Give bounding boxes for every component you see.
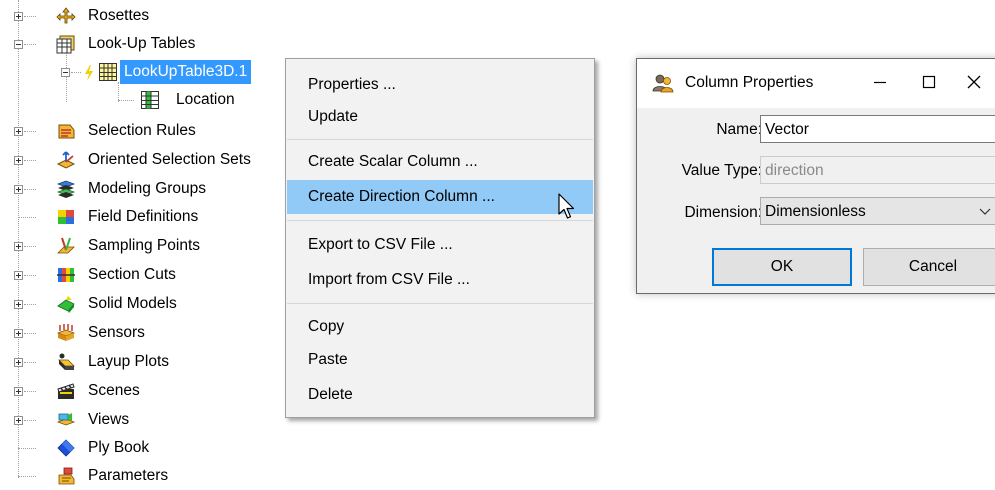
tree-item-label: LookUpTable3D.1: [120, 60, 252, 84]
menu-separator: [287, 303, 593, 304]
menu-item-properties[interactable]: Properties ...: [287, 68, 593, 102]
tree-item-label: Selection Rules: [88, 122, 196, 139]
value-type-label: Value Type:: [681, 162, 762, 179]
lightning-icon: [85, 65, 93, 81]
views-icon: [56, 413, 76, 426]
tree-item-label: Ply Book: [88, 439, 150, 456]
tree-line: [66, 52, 67, 102]
tree-item-label: Section Cuts: [88, 266, 176, 283]
expand-icon[interactable]: [14, 12, 23, 21]
cancel-button[interactable]: Cancel: [863, 248, 995, 286]
minimize-icon[interactable]: [869, 71, 891, 93]
menu-item-delete[interactable]: Delete: [287, 378, 593, 412]
expand-icon[interactable]: [14, 387, 23, 396]
tree-item-label: Location: [176, 91, 235, 108]
table-icon: [99, 63, 117, 81]
column-properties-dialog: Column Properties Name: Vector Value Typ…: [636, 58, 995, 294]
dialog-title: Column Properties: [685, 74, 814, 91]
tree-item-label: Modeling Groups: [88, 180, 207, 197]
ply-book-icon: [57, 439, 75, 457]
expand-icon[interactable]: [14, 271, 23, 280]
tree-item-label: Layup Plots: [88, 353, 169, 370]
scenes-icon: [57, 383, 75, 399]
table-column-icon: [141, 91, 159, 109]
menu-item-paste[interactable]: Paste: [287, 343, 593, 377]
menu-separator: [287, 139, 593, 140]
tree-line: [18, 0, 19, 478]
expand-icon[interactable]: [14, 358, 23, 367]
tree-item-label: Scenes: [88, 382, 140, 399]
tree-item-label: Sensors: [88, 324, 145, 341]
layup-plots-icon: [58, 353, 75, 370]
sampling-points-icon: [57, 237, 75, 254]
chevron-down-icon: [979, 208, 991, 215]
menu-item-export-to-csv[interactable]: Export to CSV File ...: [287, 228, 593, 262]
collapse-icon[interactable]: [61, 68, 70, 77]
expand-icon[interactable]: [14, 127, 23, 136]
expand-icon[interactable]: [14, 329, 23, 338]
expand-icon[interactable]: [14, 156, 23, 165]
collapse-icon[interactable]: [14, 40, 23, 49]
expand-icon[interactable]: [14, 185, 23, 194]
ok-button[interactable]: OK: [712, 248, 852, 286]
solid-models-icon: [57, 296, 75, 313]
expand-icon[interactable]: [14, 416, 23, 425]
modeling-groups-icon: [56, 180, 76, 198]
name-label: Name:: [716, 121, 762, 138]
value-type-field: direction: [760, 156, 995, 184]
tree-item-label: Views: [88, 411, 130, 428]
oriented-selection-sets-icon: [56, 151, 76, 169]
tree-item-label: Solid Models: [88, 295, 177, 312]
context-menu: Properties ... Update Create Scalar Colu…: [285, 58, 595, 418]
sensors-icon: [56, 324, 76, 341]
tree-item-label: Oriented Selection Sets: [88, 151, 251, 168]
tree-line: [118, 82, 119, 102]
tree-item-label: Field Definitions: [88, 208, 199, 225]
maximize-icon[interactable]: [918, 71, 940, 93]
name-field[interactable]: Vector: [760, 115, 995, 143]
tree-item-label: Look-Up Tables: [88, 35, 196, 52]
dialog-body: Name: Vector Value Type: direction Dimen…: [637, 108, 995, 293]
tree-item-label: Parameters: [88, 467, 169, 484]
selection-rules-icon: [58, 124, 75, 139]
mouse-cursor-icon: [558, 193, 575, 219]
parameters-icon: [58, 467, 75, 485]
model-tree: Rosettes Look-Up Tables LookUpTable3D.1: [0, 0, 300, 488]
dimension-label: Dimension:: [684, 204, 762, 221]
tree-item-label: Sampling Points: [88, 237, 201, 254]
menu-item-import-from-csv[interactable]: Import from CSV File ...: [287, 263, 593, 297]
tree-item-label: Rosettes: [88, 7, 150, 24]
section-cuts-icon: [57, 268, 75, 282]
menu-item-copy[interactable]: Copy: [287, 310, 593, 344]
menu-item-create-direction-column[interactable]: Create Direction Column ...: [287, 180, 593, 214]
field-definitions-icon: [58, 210, 74, 224]
close-icon[interactable]: [963, 71, 985, 93]
dimension-select[interactable]: Dimensionless: [760, 197, 995, 225]
expand-icon[interactable]: [14, 300, 23, 309]
lookup-tables-icon: [56, 35, 75, 54]
rosettes-icon: [56, 7, 76, 24]
dimension-value: Dimensionless: [765, 203, 866, 220]
menu-item-update[interactable]: Update: [287, 100, 593, 134]
users-icon: [652, 74, 674, 93]
expand-icon[interactable]: [14, 242, 23, 251]
menu-item-create-scalar-column[interactable]: Create Scalar Column ...: [287, 145, 593, 179]
menu-separator: [287, 220, 593, 221]
dialog-titlebar[interactable]: Column Properties: [637, 59, 995, 107]
